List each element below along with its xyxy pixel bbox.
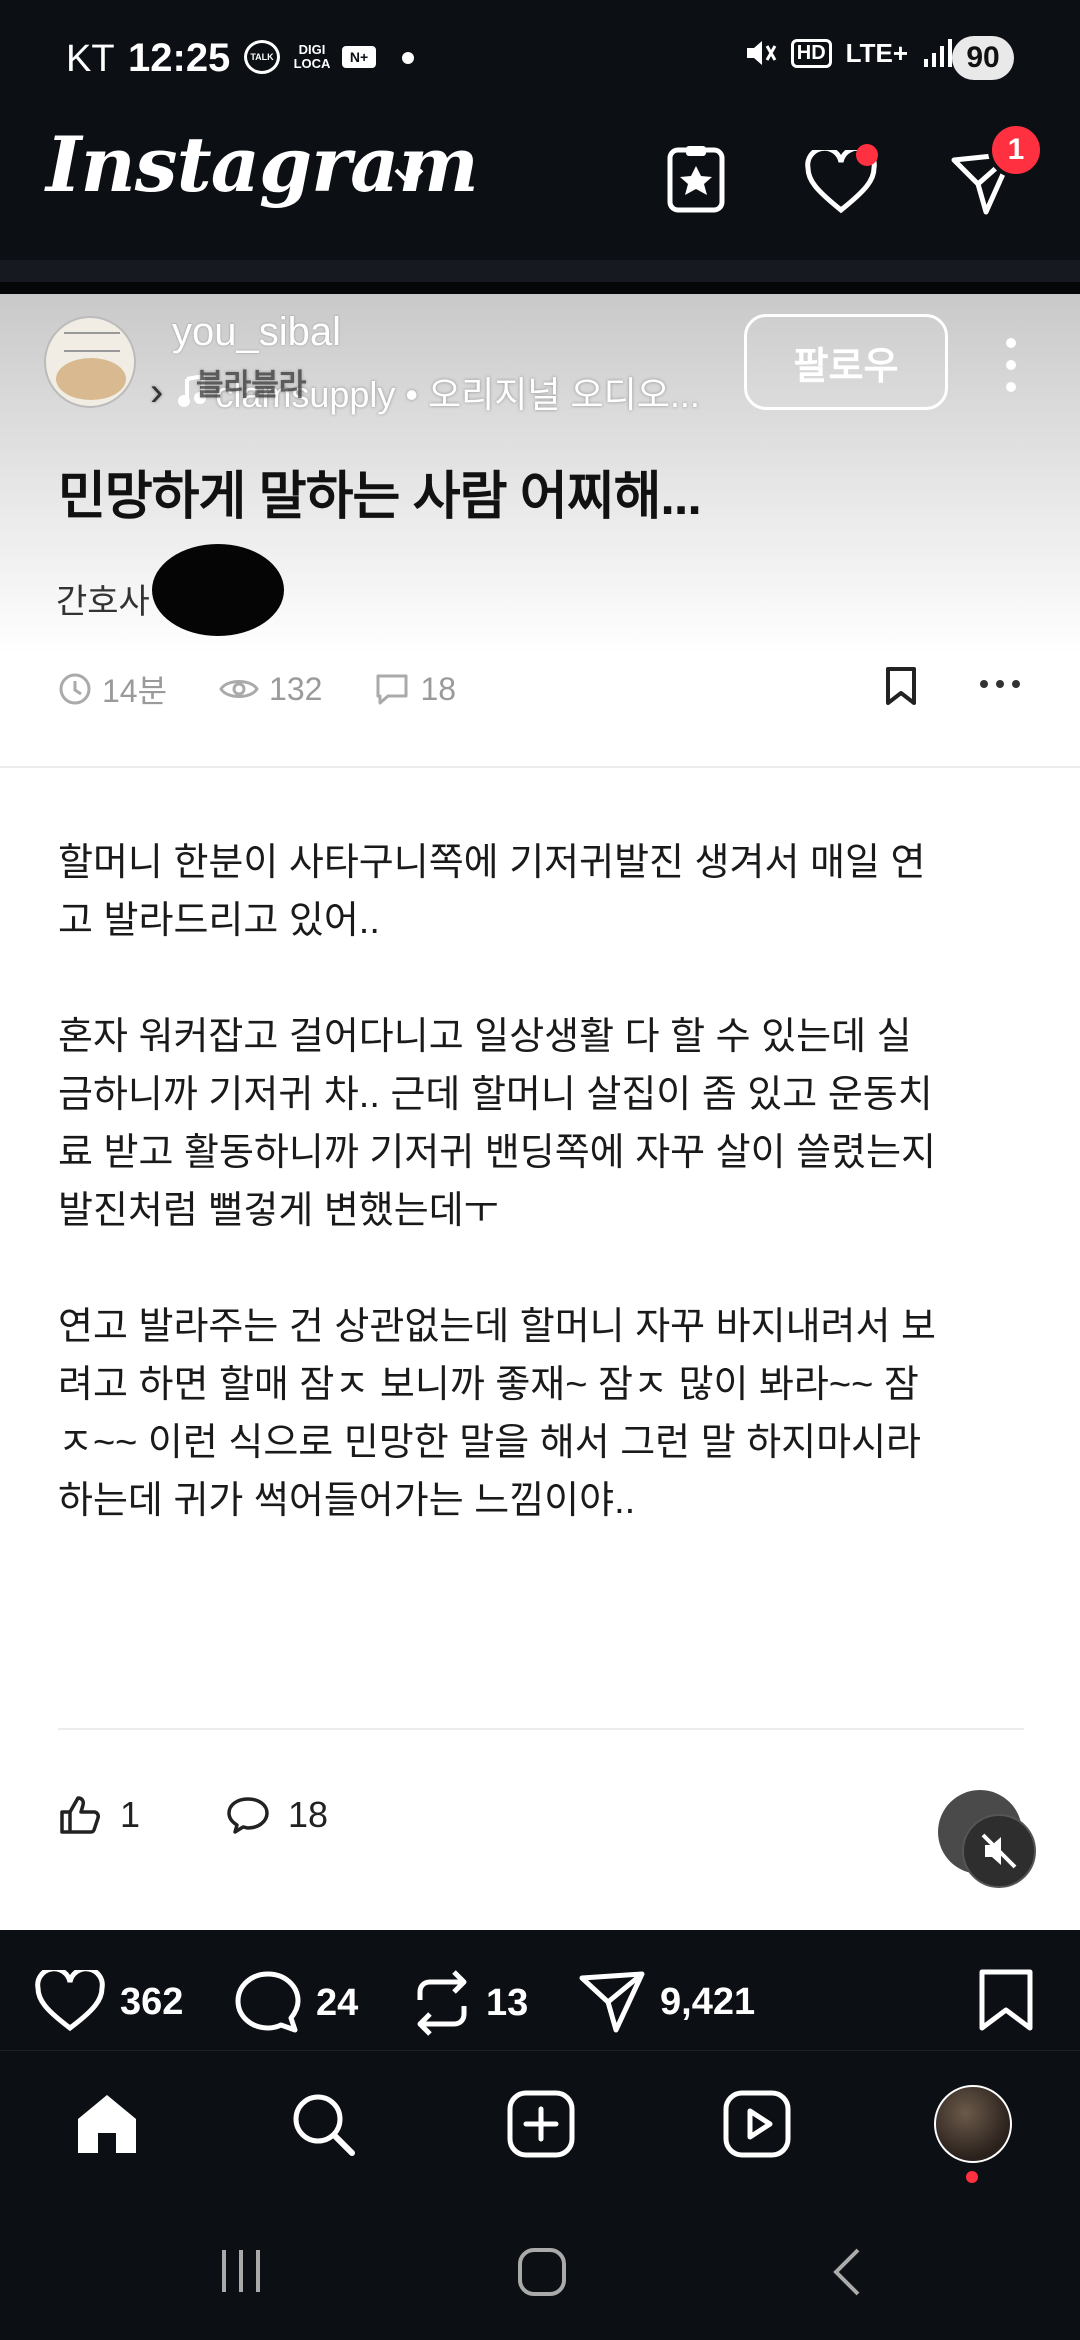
- home-button-icon[interactable]: [516, 2246, 568, 2298]
- status-right-icons: HD LTE+: [743, 36, 952, 70]
- talk-icon: TALK: [244, 40, 280, 74]
- home-icon[interactable]: [72, 2089, 142, 2159]
- notification-badge: 1: [988, 122, 1044, 178]
- digiloca-icon: DIGI LOCA: [293, 42, 331, 71]
- recent-apps-icon[interactable]: [216, 2246, 266, 2296]
- saved-collection-icon[interactable]: [666, 144, 726, 214]
- time-meta: 14분: [58, 666, 167, 712]
- bottom-nav: [0, 2050, 1080, 2200]
- unmute-button[interactable]: [962, 1814, 1036, 1888]
- post-meta: 14분 132 18: [58, 664, 1028, 714]
- paragraph: 혼자 워커잡고 걸어다니고 일상생활 다 할 수 있는데 실 금하니까 기저귀 …: [58, 1016, 936, 1232]
- post-media[interactable]: you_sibal › 블라블라 clamsupply • 오리지널 오디오..…: [0, 294, 1080, 1930]
- signal-icon: [924, 39, 952, 67]
- instagram-logo[interactable]: Instagram: [46, 120, 479, 209]
- share-action[interactable]: 9,421: [578, 1970, 755, 2034]
- paragraph: 연고 발라주는 건 상관없는데 할머니 자꾸 바지내려서 보 려고 하면 할매 …: [58, 1306, 936, 1522]
- comment-icon[interactable]: [226, 1795, 270, 1835]
- send-icon: [579, 1971, 645, 2033]
- save-bookmark-icon[interactable]: [978, 1968, 1034, 2032]
- more-options-icon[interactable]: [1006, 338, 1020, 404]
- battery-indicator: 90: [952, 36, 1014, 80]
- create-icon[interactable]: [506, 2089, 576, 2159]
- clock-icon: [59, 673, 91, 705]
- redaction-mark: [152, 544, 284, 636]
- header-divider: [0, 260, 1080, 282]
- comment-bubble-icon: [235, 1971, 301, 2033]
- post-more-icon[interactable]: [980, 680, 1020, 688]
- audio-prefix: 블라블라: [196, 369, 307, 402]
- post-action-bar: 362 24 13 9,421: [0, 1930, 1080, 2050]
- profile-notification-dot: [966, 2171, 978, 2183]
- eye-icon: [219, 680, 259, 698]
- body-divider: [58, 1728, 1024, 1730]
- carrier-label: KT: [66, 38, 115, 80]
- post-title: 민망하게 말하는 사람 어찌해...: [58, 468, 702, 526]
- hd-icon: HD: [790, 38, 832, 68]
- audio-row[interactable]: › 블라블라 clamsupply • 오리지널 오디오...: [150, 366, 700, 418]
- thumbs-up-icon[interactable]: [58, 1794, 102, 1836]
- like-action[interactable]: 362: [34, 1970, 183, 2034]
- profile-avatar[interactable]: [934, 2085, 1012, 2163]
- views-meta: 132: [219, 671, 322, 708]
- reels-icon[interactable]: [722, 2089, 792, 2159]
- system-nav-bar: [0, 2200, 1080, 2340]
- speech-bubble-icon: [376, 674, 408, 705]
- nplus-icon: N+: [342, 46, 376, 68]
- like-count: 1: [120, 1794, 141, 1835]
- lte-label: LTE+: [845, 37, 908, 68]
- status-bar: KT 12:25 TALK DIGI LOCA N+ HD LTE+ 90: [0, 0, 1080, 110]
- paragraph: 할머니 한분이 사타구니쪽에 기저귀발진 생겨서 매일 연 고 발라드리고 있어…: [58, 842, 926, 942]
- comment-action[interactable]: 24: [234, 1970, 358, 2036]
- heart-outline-icon: [35, 1970, 105, 2032]
- username[interactable]: you_sibal: [172, 310, 341, 355]
- author-label: 간호사: [56, 583, 150, 621]
- post-reactions: 1 18: [58, 1794, 328, 1836]
- avatar[interactable]: [44, 316, 136, 408]
- mute-icon: [746, 41, 777, 65]
- notification-dot-icon: [402, 52, 414, 64]
- comments-meta: 18: [374, 671, 456, 708]
- header-divider-dark: [0, 282, 1080, 294]
- bookmark-icon[interactable]: [884, 666, 918, 706]
- clock: 12:25: [128, 36, 231, 80]
- activity-dot: [856, 144, 878, 166]
- post-body: 할머니 한분이 사타구니쪽에 기저귀발진 생겨서 매일 연 고 발라드리고 있어…: [58, 834, 1038, 1588]
- search-icon[interactable]: [288, 2089, 358, 2159]
- speaker-muted-icon: [981, 1833, 1017, 1869]
- meta-divider: [0, 766, 1080, 768]
- app-header: Instagram 1: [0, 110, 1080, 260]
- repost-icon: [417, 1970, 467, 2036]
- chevron-down-icon[interactable]: [392, 166, 426, 188]
- back-icon[interactable]: [828, 2246, 868, 2298]
- follow-button[interactable]: 팔로우: [744, 314, 948, 410]
- repost-action[interactable]: 13: [412, 1970, 528, 2036]
- chevron-right-icon: ›: [150, 369, 164, 414]
- reply-count: 18: [288, 1794, 329, 1835]
